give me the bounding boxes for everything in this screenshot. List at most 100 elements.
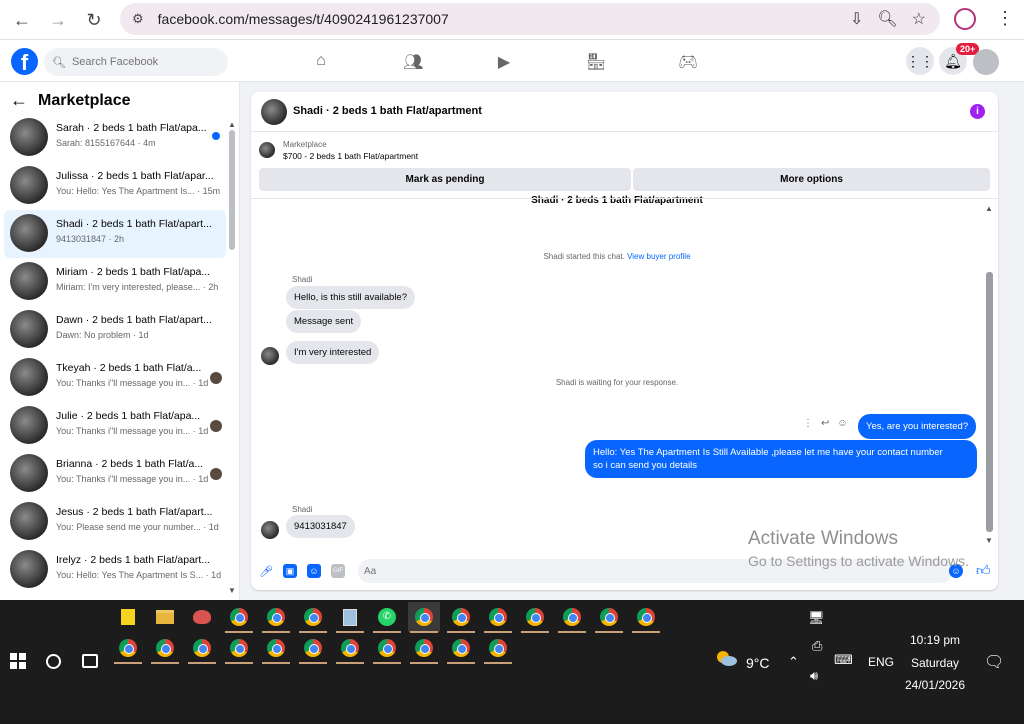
chrome-icon[interactable] (482, 602, 514, 633)
chrome-icon[interactable] (371, 633, 403, 664)
weather-icon[interactable] (714, 648, 738, 668)
chrome-icon[interactable] (519, 602, 551, 633)
browser-profile-icon[interactable] (954, 8, 976, 30)
account-avatar[interactable] (973, 49, 999, 75)
sidebar-scrollbar[interactable] (229, 130, 235, 250)
sticker-icon[interactable]: ☺ (307, 564, 321, 578)
search-input[interactable] (71, 56, 222, 68)
install-app-icon[interactable]: ⇩ (850, 9, 863, 29)
back-icon[interactable]: ← (4, 2, 40, 38)
sender-avatar[interactable] (261, 521, 279, 539)
chrome-icon[interactable] (297, 602, 329, 633)
meet-now-icon[interactable]: ⎙ (812, 638, 822, 654)
incoming-message[interactable]: 9413031847 (286, 515, 355, 538)
search-box[interactable]: 🔍︎ (44, 48, 228, 76)
outgoing-message[interactable]: Hello: Yes The Apartment Is Still Availa… (585, 440, 977, 478)
action-center-icon[interactable]: 🗨︎ (984, 652, 1004, 672)
photo-icon[interactable]: ▣ (283, 564, 297, 578)
conversation-item[interactable]: Julissa · 2 beds 1 bath Flat/apar... You:… (4, 162, 226, 210)
chat-scroll-up-icon[interactable]: ▲ (985, 204, 993, 213)
chrome-icon[interactable] (408, 602, 440, 633)
outgoing-message[interactable]: Yes, are you interested? (858, 414, 977, 439)
sender-avatar[interactable] (261, 347, 279, 365)
chrome-icon[interactable] (630, 602, 662, 633)
gaming-icon[interactable]: 🎮︎ (678, 52, 698, 72)
scroll-down-icon[interactable]: ▼ (228, 586, 236, 595)
chrome-icon[interactable] (556, 602, 588, 633)
chrome-icon[interactable] (260, 633, 292, 664)
view-buyer-profile-link[interactable]: View buyer profile (627, 252, 690, 261)
incoming-message[interactable]: I'm very interested (286, 341, 380, 364)
chrome-icon[interactable] (334, 633, 366, 664)
clock-time[interactable]: 10:19 pm (880, 633, 990, 647)
weather-temperature[interactable]: 9°C (746, 655, 770, 671)
scroll-up-icon[interactable]: ▲ (228, 120, 236, 129)
url-text[interactable]: facebook.com/messages/t/4090241961237007 (158, 11, 449, 27)
chrome-icon[interactable] (408, 633, 440, 664)
chrome-icon[interactable] (593, 602, 625, 633)
info-icon[interactable]: i (970, 104, 985, 119)
zoom-icon[interactable]: 🔍︎ (877, 9, 897, 29)
clock-day[interactable]: Saturday (880, 656, 990, 670)
chrome-icon[interactable] (445, 602, 477, 633)
notepad-icon[interactable] (334, 602, 366, 633)
browser-menu-icon[interactable]: ⋮ (996, 8, 1014, 29)
forward-icon[interactable]: → (40, 2, 76, 38)
gif-icon[interactable]: GIF (331, 564, 345, 578)
conversation-item[interactable]: Irelyz · 2 beds 1 bath Flat/apart... You:… (4, 546, 226, 594)
thumbs-up-icon[interactable]: 👍︎ (976, 562, 991, 579)
chrome-icon[interactable] (482, 633, 514, 664)
react-emoji-icon[interactable]: ☺ (837, 418, 847, 429)
conversation-item[interactable]: Julie · 2 beds 1 bath Flat/apa... You: Th… (4, 402, 226, 450)
sticky-notes-icon[interactable] (112, 602, 144, 632)
friends-icon[interactable]: 👥︎ (403, 52, 423, 72)
site-settings-icon[interactable]: ⚙ (132, 11, 144, 27)
facebook-logo-icon[interactable]: f (11, 48, 38, 75)
address-bar[interactable]: ⚙ facebook.com/messages/t/40902419612370… (120, 3, 940, 35)
taskbar-search-icon[interactable] (46, 654, 61, 669)
conversation-item[interactable]: Dawn · 2 beds 1 bath Flat/apart... Dawn: … (4, 306, 226, 354)
chat-avatar[interactable] (261, 99, 287, 125)
chat-scrollbar[interactable] (986, 272, 993, 532)
volume-icon[interactable]: 🔊︎ (810, 668, 818, 684)
chrome-icon[interactable] (186, 633, 218, 664)
reply-icon[interactable]: ↩ (821, 418, 829, 429)
chrome-icon[interactable] (112, 633, 144, 664)
network-status-icon[interactable]: 🖥︎ (808, 610, 825, 626)
app-icon[interactable] (186, 602, 218, 632)
chrome-icon[interactable] (445, 633, 477, 664)
windows-start-icon[interactable] (10, 653, 26, 669)
mark-as-pending-button[interactable]: Mark as pending (259, 168, 631, 191)
conversation-item[interactable]: Shadi · 2 beds 1 bath Flat/apart... 94130… (4, 210, 226, 258)
chrome-icon[interactable] (260, 602, 292, 633)
chrome-icon[interactable] (223, 633, 255, 664)
task-view-icon[interactable] (82, 654, 98, 668)
chrome-icon[interactable] (149, 633, 181, 664)
more-actions-icon[interactable]: ⋮ (803, 418, 813, 429)
conversation-item[interactable]: Tkeyah · 2 beds 1 bath Flat/a... You: Tha… (4, 354, 226, 402)
chat-title[interactable]: Shadi · 2 beds 1 bath Flat/apartment (293, 105, 482, 117)
conversation-item[interactable]: Jesus · 2 beds 1 bath Flat/apart... You: … (4, 498, 226, 546)
keyboard-icon[interactable]: ⌨ (834, 652, 853, 668)
home-icon[interactable]: ⌂ (311, 52, 331, 72)
conversation-item[interactable]: Brianna · 2 beds 1 bath Flat/a... You: Th… (4, 450, 226, 498)
back-arrow-icon[interactable]: ← (10, 90, 28, 111)
video-icon[interactable]: ▶ (494, 52, 514, 72)
chevron-up-icon[interactable]: ⌃ (788, 654, 799, 670)
conversation-item[interactable]: Sarah · 2 beds 1 bath Flat/apa... Sarah: … (4, 114, 226, 162)
chrome-icon[interactable] (223, 602, 255, 633)
more-options-button[interactable]: More options (633, 168, 990, 191)
chat-scroll-down-icon[interactable]: ▼ (985, 536, 993, 545)
marketplace-icon[interactable]: 🏪︎ (586, 52, 606, 72)
whatsapp-icon[interactable]: ✆ (371, 602, 403, 633)
file-explorer-icon[interactable] (149, 602, 181, 632)
microphone-icon[interactable]: 🎤︎ (259, 564, 273, 578)
incoming-message[interactable]: Hello, is this still available? (286, 286, 415, 309)
reload-icon[interactable]: ↻ (76, 2, 112, 38)
menu-grid-icon[interactable]: ⋮⋮ (906, 47, 934, 75)
incoming-message[interactable]: Message sent (286, 310, 362, 333)
conversation-item[interactable]: Miriam · 2 beds 1 bath Flat/apa... Miriam… (4, 258, 226, 306)
chrome-icon[interactable] (297, 633, 329, 664)
bookmark-star-icon[interactable]: ☆ (912, 9, 926, 29)
clock-date[interactable]: 24/01/2026 (880, 678, 990, 692)
